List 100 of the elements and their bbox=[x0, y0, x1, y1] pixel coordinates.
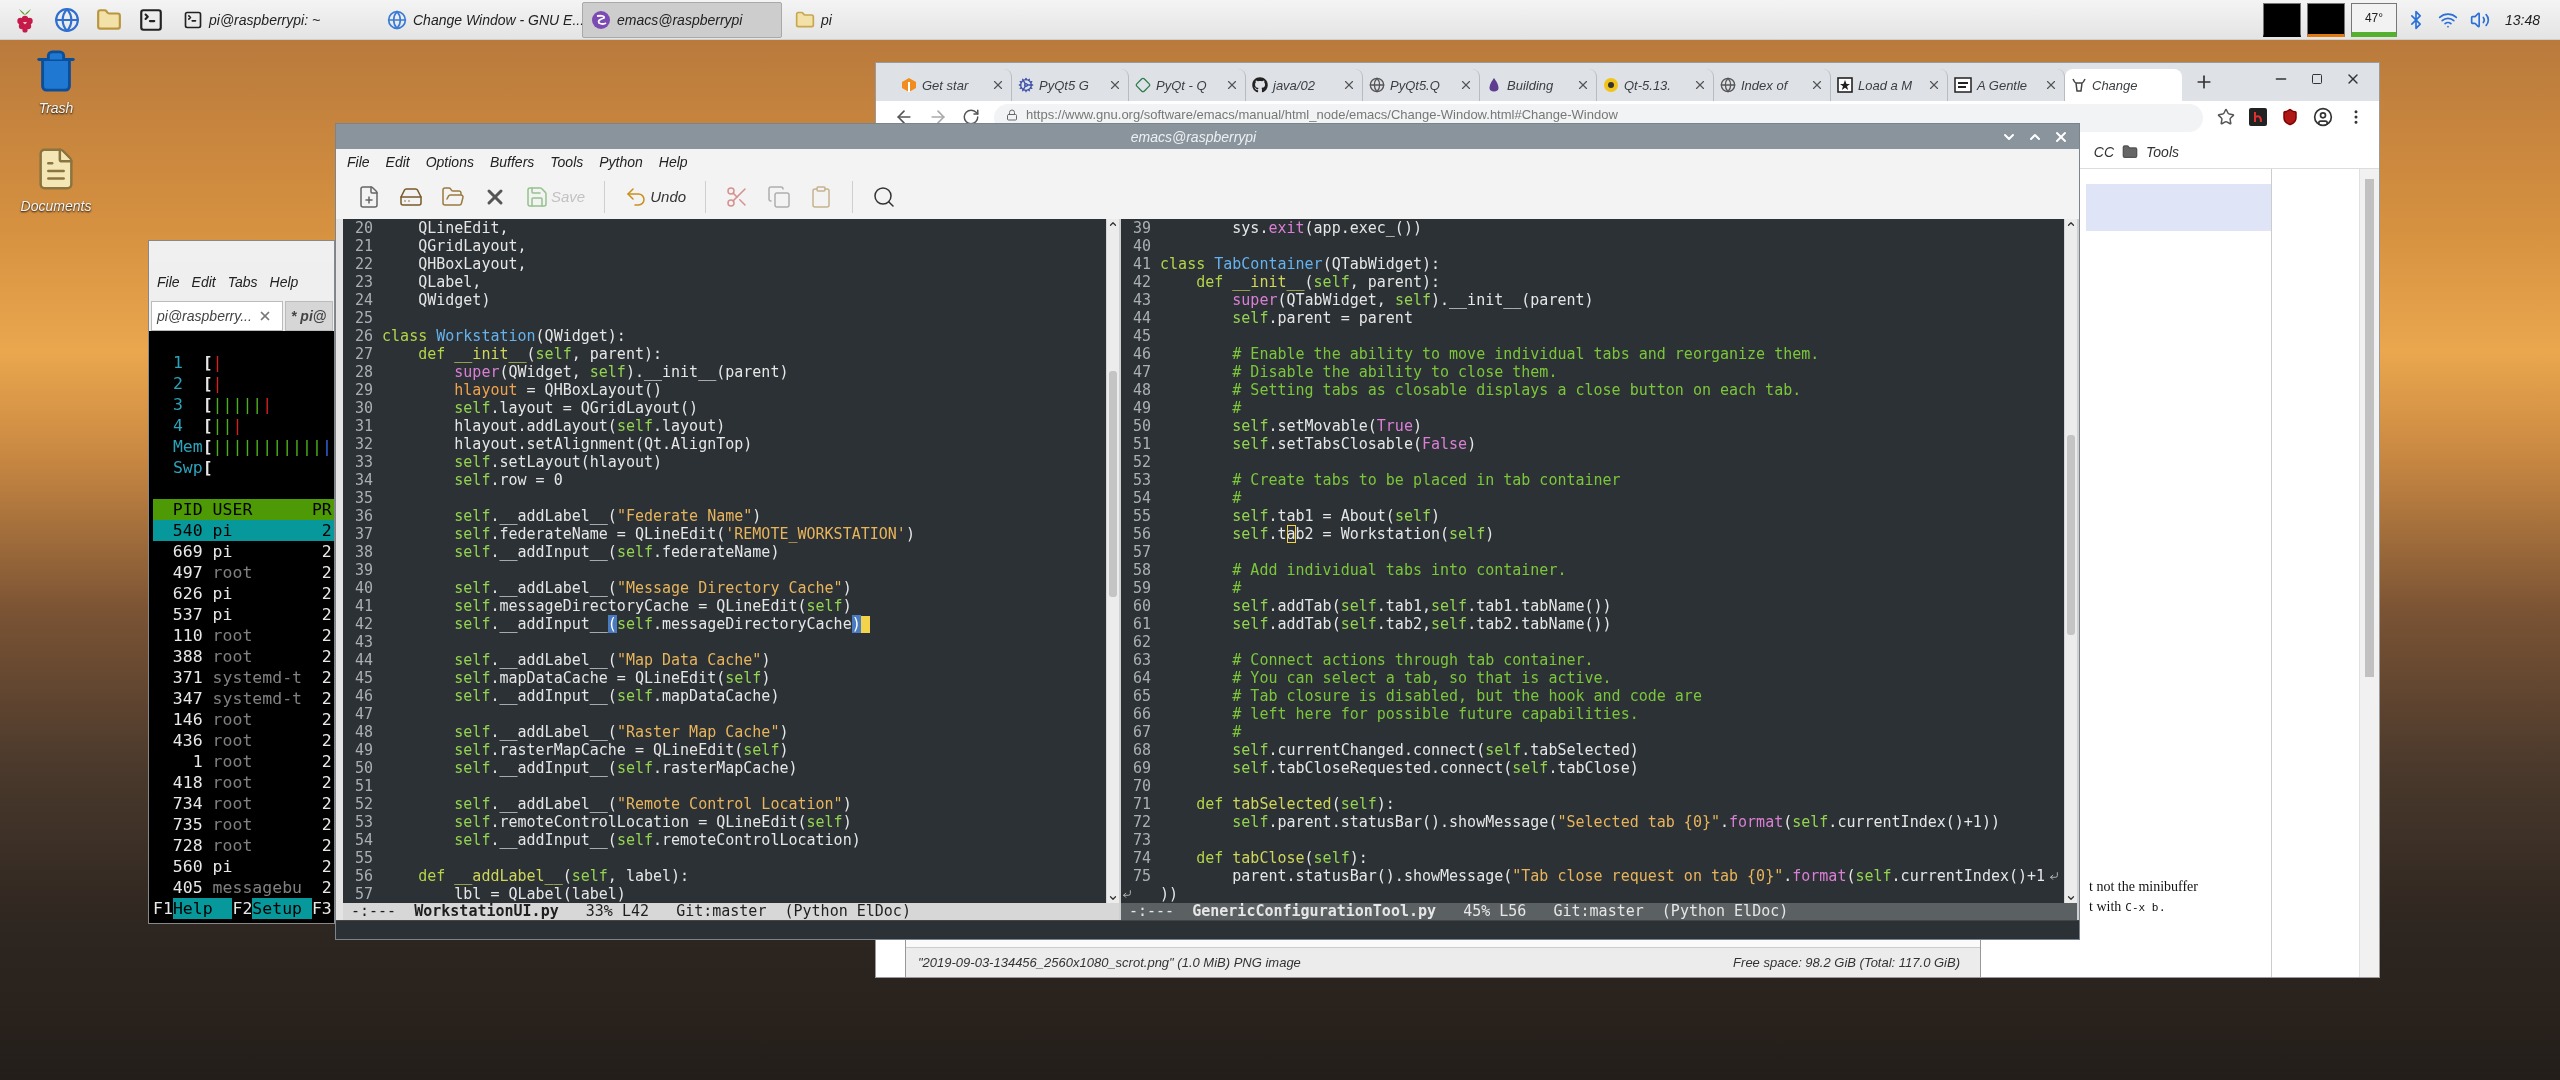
line-number: 47 bbox=[1133, 363, 1152, 381]
bookmark-link[interactable]: CC bbox=[2093, 143, 2115, 160]
line-number: 68 bbox=[1133, 741, 1152, 759]
line-number: 44 bbox=[355, 651, 374, 669]
close-icon[interactable] bbox=[1576, 78, 1590, 92]
account-icon[interactable] bbox=[2313, 107, 2333, 127]
process-row[interactable]: 537 pi 2 bbox=[153, 604, 334, 625]
scrollbar-thumb[interactable] bbox=[2365, 179, 2374, 677]
process-row[interactable]: 110 root 2 bbox=[153, 625, 334, 646]
code-line: # bbox=[1231, 489, 1242, 507]
process-row[interactable]: 405 messagebu 2 bbox=[153, 877, 334, 898]
scrollbar[interactable] bbox=[2359, 169, 2379, 977]
file-plus-icon bbox=[357, 184, 381, 209]
menu-item[interactable]: Tabs bbox=[227, 274, 258, 290]
menu-item[interactable]: Python bbox=[599, 153, 643, 170]
code-line: # bbox=[1231, 399, 1242, 417]
close-icon[interactable] bbox=[2044, 78, 2058, 92]
process-row[interactable]: 497 root 2 bbox=[153, 562, 334, 583]
cat-logo-icon bbox=[1252, 77, 1268, 93]
menu-item[interactable]: Options bbox=[425, 153, 474, 170]
code-line: self.__addLabel__("Federate Name") bbox=[453, 507, 762, 525]
line-number: 47 bbox=[355, 705, 374, 723]
process-row[interactable]: 734 root 2 bbox=[153, 793, 334, 814]
terminal-tab[interactable]: pi@raspberry... bbox=[151, 301, 283, 331]
menu-item[interactable]: Buffers bbox=[489, 153, 535, 170]
process-row[interactable]: 146 root 2 bbox=[153, 709, 334, 730]
menu-item[interactable]: Edit bbox=[191, 274, 216, 290]
close-icon[interactable] bbox=[1810, 78, 1824, 92]
line-number: 27 bbox=[355, 345, 374, 363]
scrollbar[interactable] bbox=[2064, 219, 2077, 903]
line-number: 45 bbox=[355, 669, 374, 687]
line-number: 52 bbox=[1133, 453, 1152, 471]
code-line: self.mapDataCache = QLineEdit(self) bbox=[453, 669, 771, 687]
menu-item[interactable]: Help bbox=[658, 153, 688, 170]
process-row[interactable]: 735 root 2 bbox=[153, 814, 334, 835]
bookmark-link[interactable]: Tools bbox=[2146, 143, 2179, 160]
code-line: self.__addLabel__("Raster Map Cache") bbox=[453, 723, 789, 741]
close-icon[interactable] bbox=[1225, 78, 1239, 92]
code-line: # Create tabs to be placed in tab container bbox=[1231, 471, 1621, 489]
menu-item[interactable]: File bbox=[157, 274, 180, 290]
taskbar-button[interactable]: pi@raspberrypi: ~ bbox=[174, 1, 374, 38]
process-row[interactable]: 728 root 2 bbox=[153, 835, 334, 856]
line-number: 30 bbox=[355, 399, 374, 417]
process-row[interactable]: 540 pi 2 bbox=[153, 520, 334, 541]
close-icon[interactable] bbox=[1927, 78, 1941, 92]
line-number: 62 bbox=[1133, 633, 1152, 651]
star-icon[interactable] bbox=[2217, 108, 2235, 126]
shield-icon[interactable] bbox=[2281, 108, 2299, 126]
code-line: )) bbox=[1160, 885, 1179, 903]
process-row[interactable]: 669 pi 2 bbox=[153, 541, 334, 562]
code-line: self.setLayout(hlayout) bbox=[453, 453, 663, 471]
line-number: 44 bbox=[1133, 309, 1152, 327]
line-number: 33 bbox=[355, 453, 374, 471]
code-line: # Setting tabs as closable displays a close button on each tab. bbox=[1231, 381, 1802, 399]
process-row[interactable]: 436 root 2 bbox=[153, 730, 334, 751]
line-number: 43 bbox=[1133, 291, 1152, 309]
code-line: self.currentChanged.connect(self.tabSelected) bbox=[1231, 741, 1639, 759]
close-icon[interactable] bbox=[1693, 78, 1707, 92]
taskbar-button[interactable]: pi bbox=[786, 1, 986, 38]
line-number: 66 bbox=[1133, 705, 1152, 723]
terminal-tab[interactable]: * pi@ bbox=[285, 301, 333, 331]
close-icon[interactable] bbox=[1459, 78, 1473, 92]
code-line: QHBoxLayout, bbox=[417, 255, 527, 273]
undo-button[interactable]: Undo bbox=[617, 178, 694, 215]
scrollbar-thumb[interactable] bbox=[2067, 435, 2075, 635]
line-number: 70 bbox=[1133, 777, 1152, 795]
scrollbar-thumb[interactable] bbox=[1109, 371, 1117, 597]
process-row[interactable]: 371 systemd-t 2 bbox=[153, 667, 334, 688]
process-row[interactable]: 347 systemd-t 2 bbox=[153, 688, 334, 709]
scrollbar[interactable] bbox=[1106, 219, 1119, 903]
copy-icon bbox=[767, 184, 792, 209]
maximize-icon[interactable] bbox=[2311, 73, 2323, 85]
line-number: 36 bbox=[355, 507, 374, 525]
code-line: QLineEdit, bbox=[417, 219, 509, 237]
code-line: def __addLabel__(self, label): bbox=[417, 867, 690, 885]
browser-tab[interactable]: Change bbox=[2065, 69, 2182, 101]
close-icon[interactable] bbox=[991, 78, 1005, 92]
reload-icon[interactable] bbox=[962, 108, 980, 126]
process-row[interactable]: 418 root 2 bbox=[153, 772, 334, 793]
process-row[interactable]: 1 root 2 bbox=[153, 751, 334, 772]
code-line: self.setMovable(True) bbox=[1231, 417, 1422, 435]
function-key-bar[interactable]: F1Help F2Setup F3 bbox=[153, 898, 334, 919]
extension-icon[interactable] bbox=[2249, 108, 2267, 126]
tab-title: java/02 bbox=[1273, 77, 1316, 93]
line-number: 51 bbox=[1133, 435, 1152, 453]
process-row[interactable]: 626 pi 2 bbox=[153, 583, 334, 604]
code-line: self.row = 0 bbox=[453, 471, 563, 489]
menu-item[interactable]: File bbox=[347, 153, 370, 170]
close-icon[interactable] bbox=[1108, 78, 1122, 92]
process-row[interactable]: 388 root 2 bbox=[153, 646, 334, 667]
line-number: 21 bbox=[355, 237, 374, 255]
menu-item[interactable]: Tools bbox=[550, 153, 584, 170]
menu-item[interactable]: Help bbox=[269, 274, 299, 290]
tab-title: Change bbox=[2092, 77, 2139, 93]
close-icon[interactable] bbox=[1342, 78, 1356, 92]
code-line: def __init__(self, parent): bbox=[417, 345, 663, 363]
menu-item[interactable]: Edit bbox=[385, 153, 410, 170]
code-line: # Enable the ability to move individual tabs and reorganize them. bbox=[1231, 345, 1820, 363]
process-row[interactable]: 560 pi 2 bbox=[153, 856, 334, 877]
taskbar-button[interactable]: emacs@raspberrypi bbox=[582, 1, 782, 38]
